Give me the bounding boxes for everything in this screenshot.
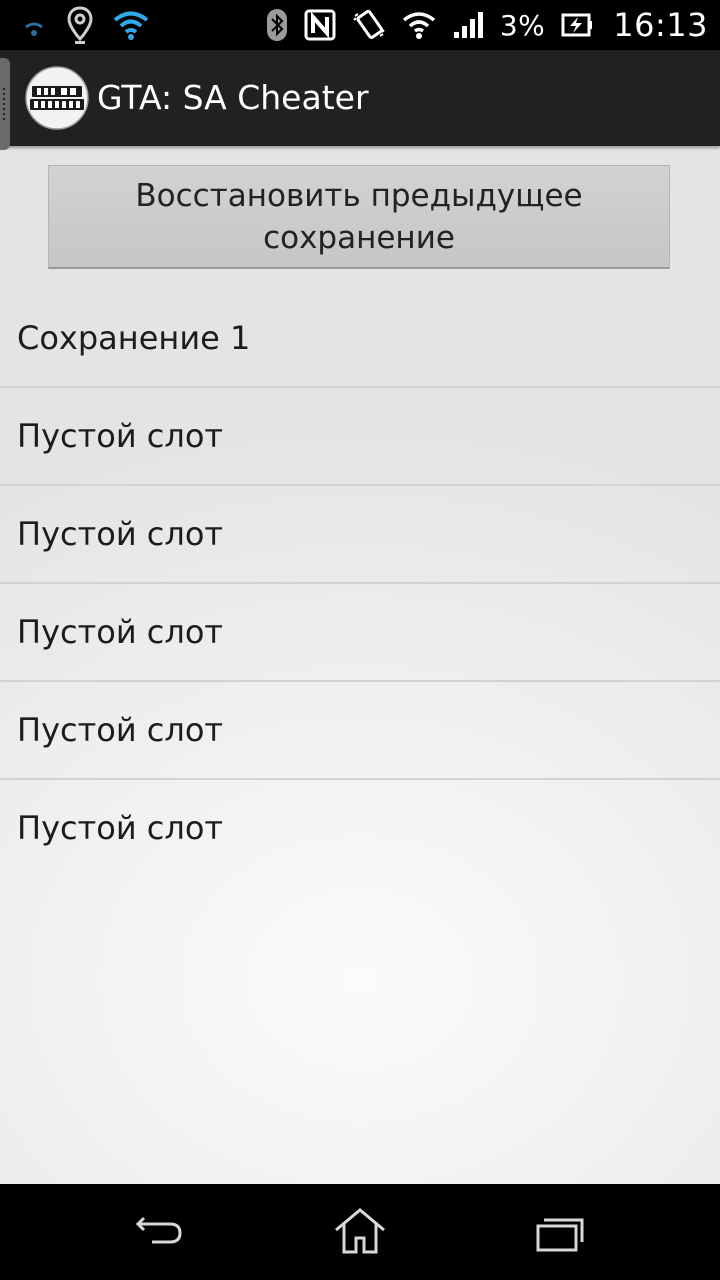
save-slot-label: Пустой слот [17, 613, 224, 651]
home-icon[interactable] [330, 1204, 390, 1260]
battery-percent: 3% [499, 8, 546, 42]
wifi-icon [113, 11, 149, 40]
save-slot-label: Сохранение 1 [17, 319, 251, 357]
location-pin-icon [67, 6, 93, 44]
save-slot-label: Пустой слот [17, 515, 224, 553]
status-bar: 3% 16:13 [0, 0, 720, 50]
restore-button-label: Восстановить предыдущее сохранение [135, 177, 583, 256]
save-slot-item[interactable]: Пустой слот [0, 486, 720, 584]
wifi-small-icon [25, 22, 43, 36]
action-bar: GTA: SA Cheater [0, 50, 720, 146]
drawer-handle[interactable] [0, 58, 10, 150]
navigation-bar [0, 1184, 720, 1280]
app-title: GTA: SA Cheater [97, 78, 369, 117]
gta-sa-logo-icon[interactable] [25, 66, 89, 130]
save-slot-item[interactable]: Сохранение 1 [0, 290, 720, 388]
status-left-icons [20, 0, 150, 50]
wifi-icon-right [402, 12, 435, 39]
signal-icon [453, 12, 483, 38]
drawer-handle-grip [3, 88, 5, 120]
screen: 3% 16:13 GTA: SA Cheater Восстановить пр… [0, 0, 720, 1280]
save-slot-list: Сохранение 1 Пустой слот Пустой слот Пус… [0, 290, 720, 876]
recent-apps-icon[interactable] [530, 1204, 590, 1260]
save-slot-label: Пустой слот [17, 809, 224, 847]
vibrate-icon [353, 9, 385, 39]
clock: 16:13 [613, 6, 708, 44]
back-icon[interactable] [130, 1204, 190, 1260]
save-slot-label: Пустой слот [17, 711, 224, 749]
save-slot-item[interactable]: Пустой слот [0, 682, 720, 780]
bluetooth-icon [266, 9, 287, 41]
restore-previous-save-button[interactable]: Восстановить предыдущее сохранение [48, 165, 670, 269]
nfc-icon [304, 9, 336, 41]
battery-charging-icon [561, 13, 593, 37]
save-slot-item[interactable]: Пустой слот [0, 780, 720, 876]
save-slot-label: Пустой слот [17, 417, 224, 455]
save-slot-item[interactable]: Пустой слот [0, 388, 720, 486]
status-right-icons: 3% 16:13 [266, 0, 708, 50]
save-slot-item[interactable]: Пустой слот [0, 584, 720, 682]
